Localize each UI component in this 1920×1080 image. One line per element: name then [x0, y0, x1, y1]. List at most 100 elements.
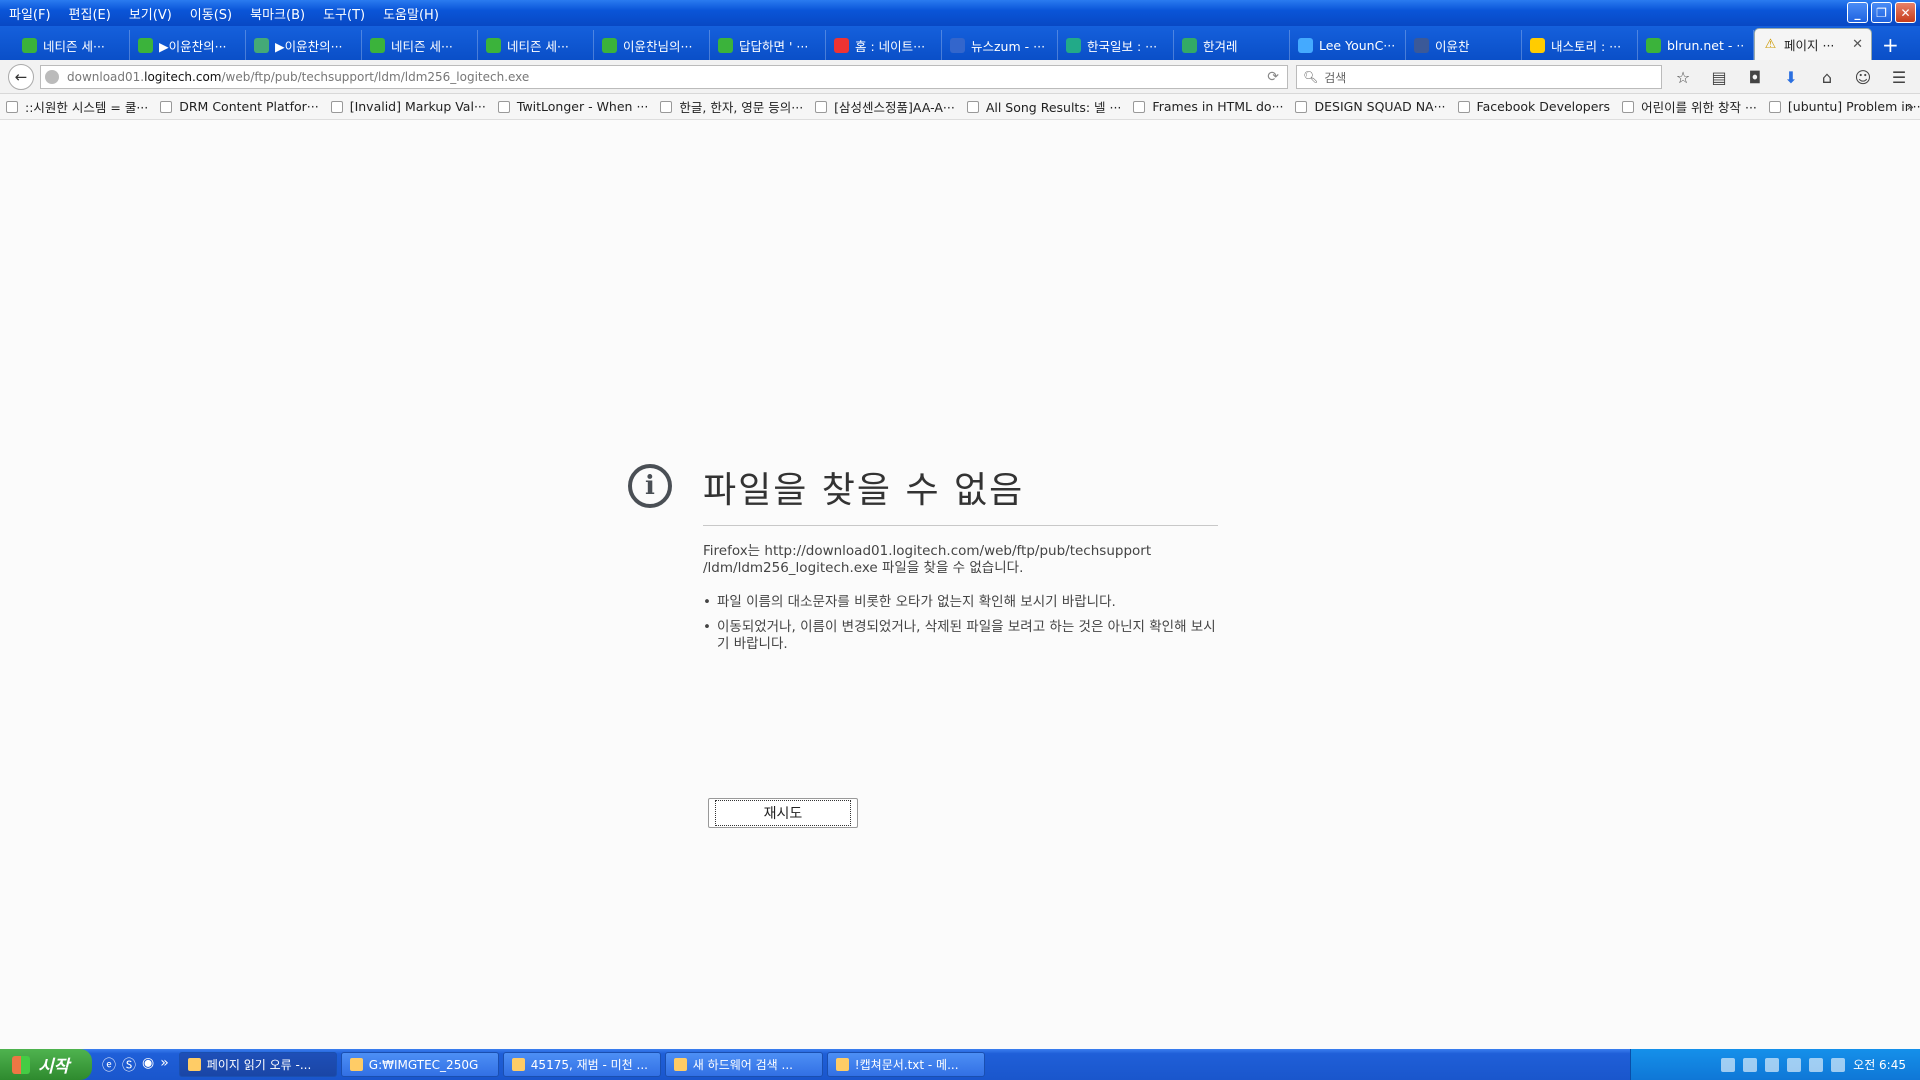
bookmark-star-icon[interactable]: ☆	[1670, 65, 1696, 89]
naver-leaf-icon	[1646, 37, 1661, 53]
menu-go[interactable]: 이동(S)	[181, 4, 241, 23]
bookmark-label: [ubuntu] Problem in···	[1787, 99, 1920, 114]
tray-app-icon[interactable]	[1831, 1057, 1846, 1072]
taskbar-task[interactable]: 페이지 읽기 오류 -...	[178, 1052, 337, 1077]
chat-icon[interactable]: ☺	[1850, 65, 1876, 89]
taskbar-task[interactable]: G:₩IMGTEC_250G	[340, 1052, 499, 1077]
naver-leaf-icon	[138, 37, 153, 53]
menu-bookmarks[interactable]: 북마크(B)	[241, 4, 314, 23]
tray-app-icon[interactable]	[1809, 1057, 1824, 1072]
bookmark-page-icon	[1133, 100, 1146, 113]
tab[interactable]: 답답하면 ' ···	[710, 30, 826, 60]
menu-file[interactable]: 파일(F)	[0, 4, 60, 23]
bookmarks-toolbar: ::시원한 시스템 = 쿨··· DRM Content Platfor··· [I…	[0, 94, 1920, 120]
bookmark-page-icon	[660, 100, 673, 113]
url-bar[interactable]: download01. logitech.com/web/ftp/pub/tech…	[40, 65, 1288, 89]
bookmark-page-icon	[1622, 100, 1635, 113]
ime-icon[interactable]	[1721, 1057, 1736, 1072]
bookmark-page-icon	[330, 100, 343, 113]
bookmark-item[interactable]: All Song Results: 넬 ···	[966, 97, 1121, 116]
tab[interactable]: Lee YounC···	[1290, 30, 1406, 60]
bookmark-item[interactable]: TwitLonger - When ···	[497, 99, 648, 114]
bookmark-label: ::시원한 시스템 = 쿨···	[25, 100, 149, 115]
menu-tools[interactable]: 도구(T)	[314, 4, 374, 23]
tab[interactable]: 네티즌 세···	[362, 30, 478, 60]
start-button[interactable]: 시작	[0, 1049, 92, 1080]
search-placeholder: 검색	[1324, 70, 1347, 85]
naver-leaf-icon	[486, 37, 501, 53]
tab[interactable]: ▶이윤찬의···	[246, 30, 362, 60]
divider	[703, 525, 1218, 526]
tab[interactable]: 내스토리 : ···	[1522, 30, 1638, 60]
list-item: 파일 이름의 대소문자를 비롯한 오타가 없는지 확인해 보시기 바랍니다.	[703, 594, 1218, 611]
tab[interactable]: 네티즌 세···	[478, 30, 594, 60]
bookmark-page-icon	[160, 100, 173, 113]
tab[interactable]: ▶이윤찬의···	[130, 30, 246, 60]
tab[interactable]: 홈 : 네이트···	[826, 30, 942, 60]
volume-icon[interactable]	[1765, 1057, 1780, 1072]
url-prefix: download01.	[67, 70, 145, 84]
page-content: i 파일을 찾을 수 없음 Firefox는 http://download01…	[0, 121, 1920, 1049]
network-icon[interactable]	[1743, 1057, 1758, 1072]
taskbar-task[interactable]: !캡쳐문서.txt - 메...	[826, 1052, 985, 1077]
url-domain: logitech.com	[144, 70, 222, 84]
tab-label: 이윤찬	[1435, 38, 1470, 54]
bookmark-item[interactable]: 한글, 한자, 영문 등의···	[660, 97, 803, 116]
site-identity-icon[interactable]	[45, 70, 59, 84]
tab[interactable]: 이윤찬	[1406, 30, 1522, 60]
bookmark-item[interactable]: DRM Content Platfor···	[160, 99, 319, 114]
close-window-icon[interactable]: ✕	[1895, 2, 1916, 23]
menu-edit[interactable]: 편집(E)	[60, 4, 120, 23]
ie-icon[interactable]: ⓔ	[102, 1055, 116, 1075]
bookmark-item[interactable]: [Invalid] Markup Val···	[330, 99, 486, 114]
bookmark-item[interactable]: [삼성센스정품]AA-A···	[815, 97, 955, 116]
hamburger-menu-icon[interactable]: ☰	[1886, 65, 1912, 89]
reader-view-icon[interactable]: ▤	[1706, 65, 1732, 89]
bookmark-item[interactable]: 어린이를 위한 창작 ···	[1622, 97, 1757, 116]
tab[interactable]: 한국일보 : ···	[1058, 30, 1174, 60]
skype-icon[interactable]: Ⓢ	[122, 1055, 136, 1075]
error-title: 파일을 찾을 수 없음	[703, 470, 1025, 511]
close-tab-icon[interactable]: ✕	[1852, 37, 1863, 52]
task-label: 페이지 읽기 오류 -...	[206, 1058, 312, 1072]
quicklaunch-more-icon[interactable]: »	[160, 1055, 169, 1075]
bookmark-item[interactable]: Frames in HTML do···	[1133, 99, 1283, 114]
download-icon[interactable]: ⬇	[1778, 65, 1804, 89]
reload-icon[interactable]: ⟳	[1267, 69, 1279, 85]
drive-icon	[254, 37, 269, 53]
new-tab-icon[interactable]: +	[1882, 30, 1899, 60]
tab[interactable]: 한겨레	[1174, 30, 1290, 60]
back-arrow-icon[interactable]: ←	[8, 63, 34, 90]
hankook-icon	[1066, 37, 1081, 53]
restore-icon[interactable]: ❐	[1871, 2, 1892, 23]
clock[interactable]: 오전 6:45	[1853, 1056, 1906, 1073]
url-path: /web/ftp/pub/techsupport/ldm/ldm256_logi…	[221, 70, 530, 84]
tab-active[interactable]: ⚠ 페이지 ··· ✕	[1754, 28, 1872, 60]
menu-help[interactable]: 도움말(H)	[374, 4, 448, 23]
taskbar-task[interactable]: 새 하드웨어 검색 ...	[664, 1052, 823, 1077]
bookmark-item[interactable]: ::시원한 시스템 = 쿨···	[6, 97, 148, 116]
bookmark-item[interactable]: Facebook Developers	[1457, 99, 1610, 114]
pocket-icon[interactable]: ◘	[1742, 65, 1768, 89]
tab[interactable]: 뉴스zum - ···	[942, 30, 1058, 60]
windows-flag-icon	[12, 1055, 30, 1074]
menu-view[interactable]: 보기(V)	[120, 4, 181, 23]
bookmark-item[interactable]: [ubuntu] Problem in···	[1768, 99, 1920, 114]
tab-label: 네티즌 세···	[43, 38, 105, 54]
tab[interactable]: 이윤찬님의···	[594, 30, 710, 60]
twitter-icon	[1298, 37, 1313, 53]
naver-leaf-icon	[718, 37, 733, 53]
bookmarks-overflow-icon[interactable]: »	[1906, 99, 1914, 114]
taskbar-task[interactable]: 45175, 재범 - 미천 ...	[502, 1052, 661, 1077]
bookmark-item[interactable]: DESIGN SQUAD NA···	[1295, 99, 1446, 114]
tab-label: 한겨레	[1203, 38, 1238, 54]
antivirus-icon[interactable]	[1787, 1057, 1802, 1072]
search-input[interactable]: 🔍︎ 검색	[1296, 65, 1662, 89]
retry-button[interactable]: 재시도	[708, 798, 858, 828]
nate-icon	[834, 37, 849, 53]
tab[interactable]: 네티즌 세···	[14, 30, 130, 60]
minimize-icon[interactable]: _	[1847, 2, 1868, 23]
tab[interactable]: blrun.net - ···	[1638, 30, 1754, 60]
home-icon[interactable]: ⌂	[1814, 65, 1840, 89]
firefox-icon[interactable]: ◉	[142, 1055, 154, 1075]
